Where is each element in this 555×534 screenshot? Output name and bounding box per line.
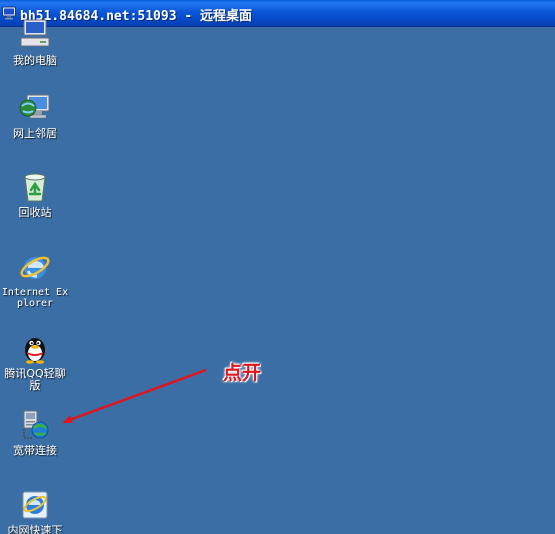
broadband-connection-icon: [23, 410, 49, 439]
desktop-icon-label: Internet Explorer: [1, 287, 69, 309]
annotation-label: 点开: [223, 362, 262, 384]
intranet-download-icon: [22, 491, 48, 519]
annotation-arrow: [62, 368, 207, 424]
internet-explorer-icon: [20, 256, 50, 279]
desktop-icon-network-places[interactable]: 网上邻居: [0, 91, 70, 140]
desktop-icon-broadband-connection[interactable]: 宽带连接: [0, 408, 70, 457]
window-title-bar[interactable]: bh51.84684.net:51093 - 远程桌面: [0, 0, 555, 27]
desktop-icon-label: 网上邻居: [13, 127, 57, 140]
network-places-icon: [19, 94, 50, 119]
desktop-icon-internet-explorer[interactable]: Internet Explorer: [0, 250, 70, 309]
desktop-icon-label: 宽带连接: [13, 444, 57, 457]
desktop-icon-label: 我的电脑: [13, 54, 57, 67]
desktop-icon-label: 腾讯QQ轻聊版: [4, 367, 66, 392]
desktop-icon-intranet-download[interactable]: 内网快速下: [0, 488, 70, 534]
desktop-icon-qq-lite[interactable]: 腾讯QQ轻聊版: [0, 331, 70, 392]
desktop-icon-label: 回收站: [18, 206, 52, 219]
recycle-bin-icon: [24, 173, 46, 202]
remote-desktop-screen: bh51.84684.net:51093 - 远程桌面 我的电脑 网上邻居 回收…: [0, 0, 555, 534]
desktop-icon-recycle-bin[interactable]: 回收站: [0, 170, 70, 219]
desktop-icon-label: 内网快速下: [7, 524, 63, 534]
qq-penguin-icon: [25, 338, 45, 364]
computer-icon: [20, 19, 50, 47]
desktop-icon-my-computer[interactable]: 我的电脑: [0, 18, 70, 67]
